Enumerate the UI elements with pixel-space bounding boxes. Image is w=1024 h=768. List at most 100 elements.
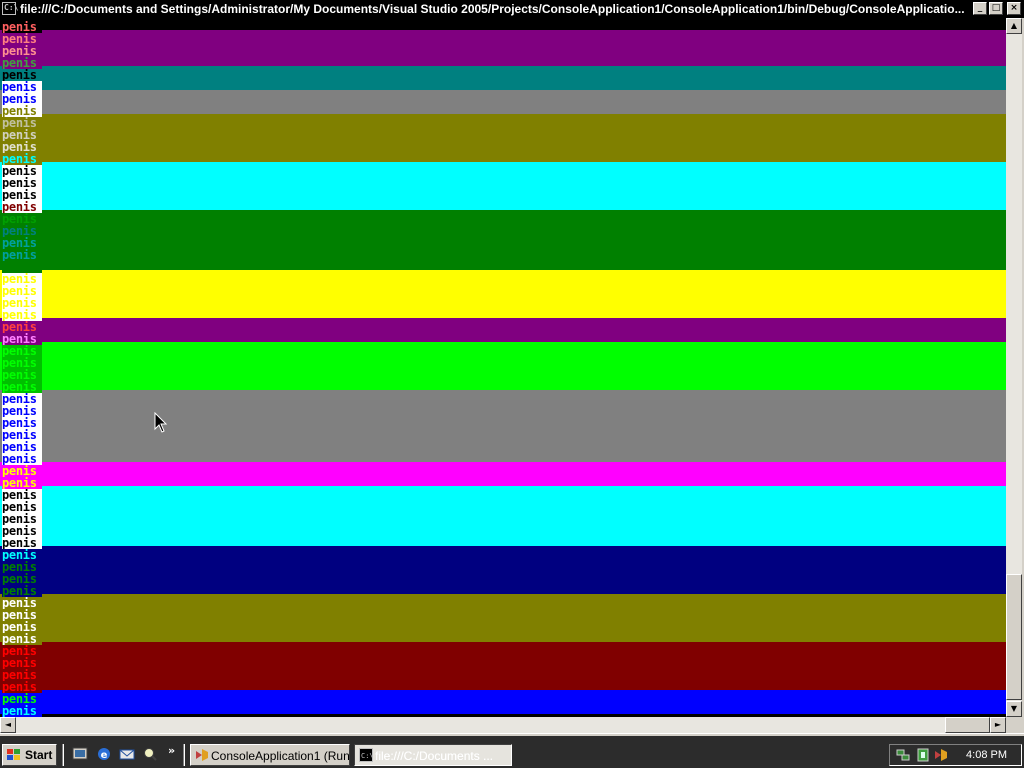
console-line: penis [2, 81, 42, 93]
scroll-right-button[interactable]: ► [990, 717, 1006, 733]
svg-text:e: e [101, 750, 108, 761]
outlook-express-icon[interactable] [119, 746, 135, 762]
mouse-cursor-icon [154, 412, 168, 433]
taskbar-separator [183, 744, 185, 766]
console-color-band [0, 642, 1006, 690]
console-line: penis [2, 573, 42, 585]
console-line: penis [2, 369, 42, 381]
taskbar-item-console[interactable]: C:\ file:///C:/Documents ... [354, 744, 512, 766]
console-line: penis [2, 33, 42, 45]
maximize-button[interactable]: □ [989, 2, 1003, 15]
console-line: penis [2, 21, 42, 33]
console-color-band [0, 18, 1006, 30]
console-line: penis [2, 237, 42, 249]
taskbar-item-visual-studio[interactable]: ConsoleApplication1 (Run... [190, 744, 350, 766]
console-line: penis [2, 645, 42, 657]
internet-explorer-icon[interactable]: e [96, 746, 112, 762]
console-line: penis [2, 453, 42, 465]
console-line: penis [2, 525, 42, 537]
console-line: penis [2, 177, 42, 189]
console-line: penis [2, 597, 42, 609]
console-color-band [0, 90, 1006, 114]
console-line: penis [2, 333, 42, 345]
console-line: penis [2, 429, 42, 441]
console-line: penis [2, 477, 42, 489]
search-icon[interactable] [142, 746, 158, 762]
console-line: penis [2, 141, 42, 153]
console-line: penis [2, 465, 42, 477]
console-line: penis [2, 225, 42, 237]
console-color-band [0, 270, 1006, 318]
horizontal-scrollbar[interactable]: ◄ ► [0, 717, 1006, 733]
console-output[interactable]: penis penis penis penis penis penis penis penis… [0, 18, 1006, 717]
close-button[interactable]: × [1007, 2, 1021, 15]
scroll-left-button[interactable]: ◄ [0, 717, 16, 733]
console-line: penis [2, 189, 42, 201]
console-line: penis [2, 405, 42, 417]
console-line: penis [2, 393, 42, 405]
show-desktop-icon[interactable] [72, 746, 88, 762]
console-line: penis [2, 309, 42, 321]
window-title-bar[interactable]: C:\ file:///C:/Documents and Settings/Ad… [0, 0, 1024, 18]
console-line: penis [2, 117, 42, 129]
minimize-button[interactable]: _ [973, 2, 987, 15]
console-line: penis [2, 105, 42, 117]
console-color-band [0, 546, 1006, 594]
console-app-icon[interactable]: C:\ [2, 2, 18, 15]
console-line: penis [2, 657, 42, 669]
scrollbar-corner [1006, 717, 1024, 733]
console-line: penis [2, 201, 42, 213]
console-line: penis [2, 441, 42, 453]
console-line: penis [2, 93, 42, 105]
console-icon: C:\ [359, 748, 373, 762]
visual-studio-tray-icon[interactable] [934, 748, 948, 762]
quick-launch-overflow-button[interactable]: » [168, 744, 175, 757]
console-line: penis [2, 609, 42, 621]
console-line: penis [2, 261, 42, 273]
console-line: penis [2, 165, 42, 177]
console-line: penis [2, 249, 42, 261]
console-color-band [0, 210, 1006, 270]
console-line: penis [2, 693, 42, 705]
console-line: penis [2, 561, 42, 573]
visual-studio-icon [196, 749, 208, 761]
console-line: penis [2, 321, 42, 333]
console-color-band [0, 162, 1006, 210]
windows-logo-icon [7, 749, 20, 760]
scroll-up-button[interactable]: ▲ [1006, 18, 1022, 34]
window-title: file:///C:/Documents and Settings/Admini… [20, 2, 965, 16]
console-color-band [0, 114, 1006, 162]
scroll-down-button[interactable]: ▼ [1006, 701, 1022, 717]
console-line: penis [2, 273, 42, 285]
console-line: penis [2, 705, 42, 717]
console-line: penis [2, 513, 42, 525]
console-line: penis [2, 669, 42, 681]
console-line: penis [2, 69, 42, 81]
console-color-band [0, 690, 1006, 714]
console-line: penis [2, 213, 42, 225]
console-line: penis [2, 357, 42, 369]
vertical-scroll-thumb[interactable] [1006, 574, 1022, 700]
console-color-band [0, 462, 1006, 486]
console-color-band [0, 390, 1006, 462]
console-color-band [0, 594, 1006, 642]
clock: 4:08 PM [966, 749, 1007, 761]
console-line: penis [2, 297, 42, 309]
console-line: penis [2, 345, 42, 357]
console-color-band [0, 486, 1006, 546]
console-line: penis [2, 549, 42, 561]
console-line: penis [2, 489, 42, 501]
svg-text:C:\: C:\ [361, 752, 373, 760]
console-line: penis [2, 681, 42, 693]
horizontal-scroll-thumb[interactable] [945, 717, 990, 733]
vertical-scrollbar[interactable]: ▲ ▼ [1006, 18, 1022, 717]
console-color-band [0, 30, 1006, 66]
console-line: penis [2, 381, 42, 393]
console-line: penis [2, 285, 42, 297]
network-icon[interactable] [896, 748, 910, 762]
start-button[interactable]: Start [2, 744, 57, 766]
console-line: penis [2, 585, 42, 597]
taskbar-separator [62, 744, 64, 766]
volume-icon[interactable] [916, 748, 930, 762]
task-label: file:///C:/Documents ... [375, 749, 494, 763]
